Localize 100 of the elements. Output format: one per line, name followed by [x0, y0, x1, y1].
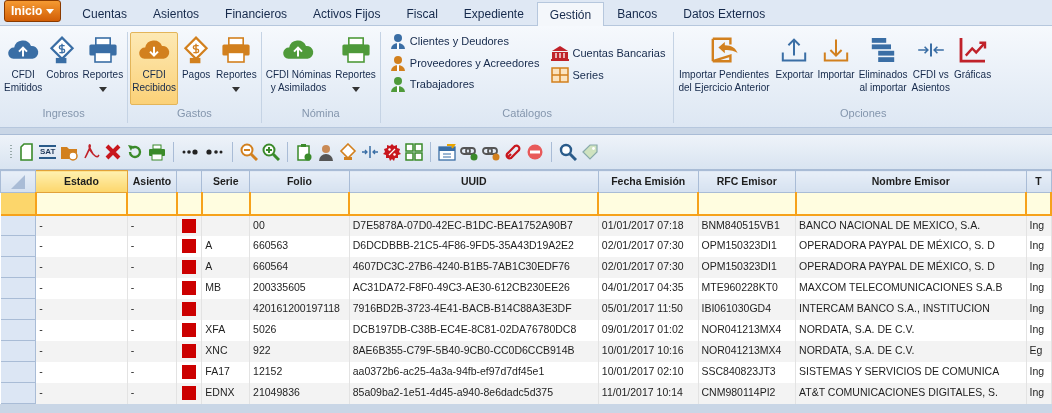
table-cell: - [39, 281, 43, 294]
table-cell: Ing [1029, 218, 1045, 231]
minus-circle-icon [526, 143, 545, 161]
ribbon-button[interactable]: Reportes [80, 32, 126, 105]
table-cell: MB [205, 281, 222, 294]
column-header[interactable]: UUID [349, 170, 599, 193]
table-cell: BANCO NACIONAL DE MEXICO, S.A. [799, 218, 981, 231]
table-cell: NORDATA, S.A. DE C.V. [799, 344, 915, 357]
calendar-icon [438, 143, 457, 161]
table-cell: 8AE6B355-C79F-5B40-9CB0-CC0D6CCB914B [352, 344, 575, 357]
table-cell: NOR041213MX4 [701, 344, 782, 357]
table-cell: Ing [1029, 386, 1045, 399]
column-header[interactable]: T [1026, 170, 1051, 193]
ribbon-small-button[interactable]: Proveedores y Acreedores [386, 53, 542, 72]
table-cell: 09/01/2017 01:02 [601, 323, 684, 336]
table-cell: 10/01/2017 02:10 [601, 365, 684, 378]
ribbon-button[interactable]: Reportes [333, 32, 378, 105]
column-header[interactable]: RFC Emisor [698, 170, 796, 193]
ribbon-tab[interactable]: Cuentas [69, 2, 141, 25]
ribbon-button[interactable]: Pagos [178, 32, 215, 105]
ribbon-button[interactable]: Gráficas [951, 32, 994, 105]
ribbon-tab[interactable]: Fiscal [393, 2, 451, 25]
ribbon-button[interactable]: Reportes [214, 32, 259, 105]
ribbon-button[interactable]: CFDI Emitidos [2, 32, 45, 105]
compare-arrows-icon [361, 143, 380, 161]
table-cell: OPERADORA PAYPAL DE MÉXICO, S. D [799, 260, 995, 273]
column-header[interactable]: Fecha Emisión [598, 170, 698, 193]
table-cell: - [39, 344, 43, 357]
table-cell: MTE960228KT0 [701, 281, 778, 294]
ribbon-button[interactable]: CFDI Recibidos [130, 32, 179, 105]
zoom-in-icon [262, 143, 281, 161]
ribbon-button[interactable]: CFDI vs Asientos [909, 32, 952, 105]
printer-icon [86, 35, 119, 65]
ribbon-tab[interactable]: Datos Externos [670, 2, 779, 25]
column-header[interactable]: Serie [201, 170, 250, 193]
table-cell: INTERCAM BANCO S.A., INSTITUCION [799, 302, 990, 315]
ribbon-button[interactable]: Cobros [44, 32, 81, 105]
table-cell: D7E5878A-07D0-42EC-B1DC-BEA1752A90B7 [352, 218, 573, 231]
grid-icon [405, 143, 424, 161]
table-cell: Ing [1029, 281, 1045, 294]
column-header[interactable]: Nombre Emisor [795, 170, 1026, 193]
column-header[interactable]: Estado [35, 170, 128, 193]
grid-icon [551, 66, 570, 83]
table-cell: 02/01/2017 07:30 [601, 239, 684, 252]
table-cell: CNM980114PI2 [701, 386, 776, 399]
table-cell: Ing [1029, 365, 1045, 378]
table-cell: 5026 [253, 323, 277, 336]
ribbon-button[interactable]: Exportar [773, 32, 816, 105]
ribbon-tab[interactable]: Activos Fijos [300, 2, 394, 25]
banknote-hand-icon [339, 143, 358, 161]
ribbon-tab[interactable]: Gestión [536, 2, 605, 26]
table-cell: - [130, 344, 135, 357]
table-cell: A [205, 239, 213, 252]
table-cell: 05/01/2017 11:50 [601, 302, 683, 315]
table-cell: - [39, 260, 43, 273]
ribbon-tab[interactable]: Financieros [212, 2, 301, 25]
caret-icon [46, 8, 55, 14]
ribbon-tab[interactable]: Asientos [140, 2, 213, 25]
tag-icon [581, 143, 600, 161]
table-cell: AT&T COMUNICACIONES DIGITALES, S. [799, 386, 998, 399]
table-cell: Eg [1029, 344, 1043, 357]
group-label: Opciones [838, 106, 888, 121]
group-label: Gastos [176, 106, 213, 121]
table-cell: OPERADORA PAYPAL DE MÉXICO, S. D [799, 239, 995, 252]
ribbon-small-button[interactable]: Trabajadores [386, 75, 542, 94]
ribbon-small-button[interactable]: Cuentas Bancarias [549, 44, 668, 63]
table-cell: - [130, 281, 135, 294]
ribbon-button[interactable]: Importar Pendientes del Ejercicio Anterior [676, 32, 772, 105]
table-cell: - [130, 386, 135, 399]
table-cell: Ing [1029, 239, 1045, 252]
table-cell: IBI061030GD4 [701, 302, 771, 315]
ribbon-tab[interactable]: Bancos [604, 2, 671, 25]
column-header[interactable]: Folio [249, 170, 350, 193]
table-cell: 01/01/2017 07:18 [601, 218, 684, 231]
printer-icon [339, 35, 372, 65]
clipboard-icon [295, 143, 314, 161]
ribbon-tab[interactable]: Expediente [450, 2, 537, 25]
ribbon-button[interactable]: CFDI Nóminas y Asimilados [263, 32, 334, 105]
ribbon-small-button[interactable]: Clientes y Deudores [386, 32, 542, 51]
new-page-icon [17, 143, 35, 161]
sat-label[interactable]: SAT [39, 145, 57, 159]
bank-icon [551, 45, 570, 62]
table-cell: BNM840515VB1 [701, 218, 780, 231]
table-cell: - [39, 386, 43, 399]
person-icon [388, 54, 407, 71]
column-header[interactable] [176, 170, 202, 193]
table-cell: 04/01/2017 04:35 [601, 281, 684, 294]
table-cell: - [130, 260, 135, 273]
printer-icon [220, 35, 253, 65]
ribbon-button[interactable]: Importar [815, 32, 857, 105]
table-cell: - [39, 323, 43, 336]
table-cell: SISTEMAS Y SERVICIOS DE COMUNICA [799, 365, 1000, 378]
table-cell: 200335605 [253, 281, 306, 294]
ribbon-small-button[interactable]: Series [549, 65, 668, 84]
table-cell: 660564 [253, 260, 289, 273]
column-header[interactable]: Asiento [127, 170, 177, 193]
table-cell: - [39, 302, 43, 315]
ribbon-button[interactable]: Eliminados al importar [856, 32, 910, 105]
table-cell: OPM150323DI1 [701, 260, 777, 273]
table-cell: SSC840823JT3 [701, 365, 776, 378]
